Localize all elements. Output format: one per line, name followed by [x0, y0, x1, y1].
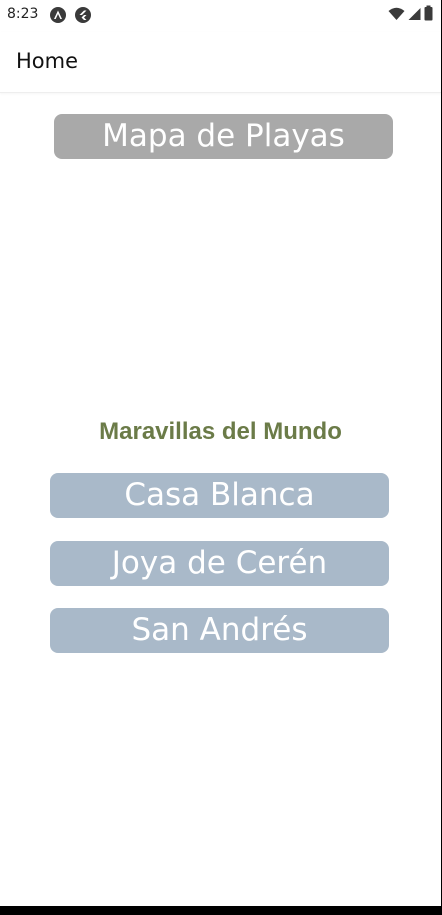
app-header: Home	[0, 32, 441, 93]
cell-signal-icon	[408, 6, 421, 25]
place-button-joya-de-ceren[interactable]: Joya de Cerén	[50, 541, 389, 586]
app-notification-icon	[50, 7, 66, 23]
status-time: 8:23	[7, 6, 39, 22]
status-bar: 8:23	[0, 0, 441, 32]
system-icons	[388, 5, 433, 25]
battery-icon	[424, 5, 433, 25]
wifi-icon	[388, 6, 405, 25]
flutter-notification-icon	[75, 7, 91, 23]
app-screen: 8:23 Home Mapa de Playas Maravillas del …	[0, 0, 442, 906]
page-title: Home	[16, 49, 79, 73]
place-button-casa-blanca[interactable]: Casa Blanca	[50, 473, 389, 518]
place-button-san-andres[interactable]: San Andrés	[50, 608, 389, 653]
section-title: Maravillas del Mundo	[99, 418, 342, 445]
beach-map-button[interactable]: Mapa de Playas	[54, 114, 393, 159]
